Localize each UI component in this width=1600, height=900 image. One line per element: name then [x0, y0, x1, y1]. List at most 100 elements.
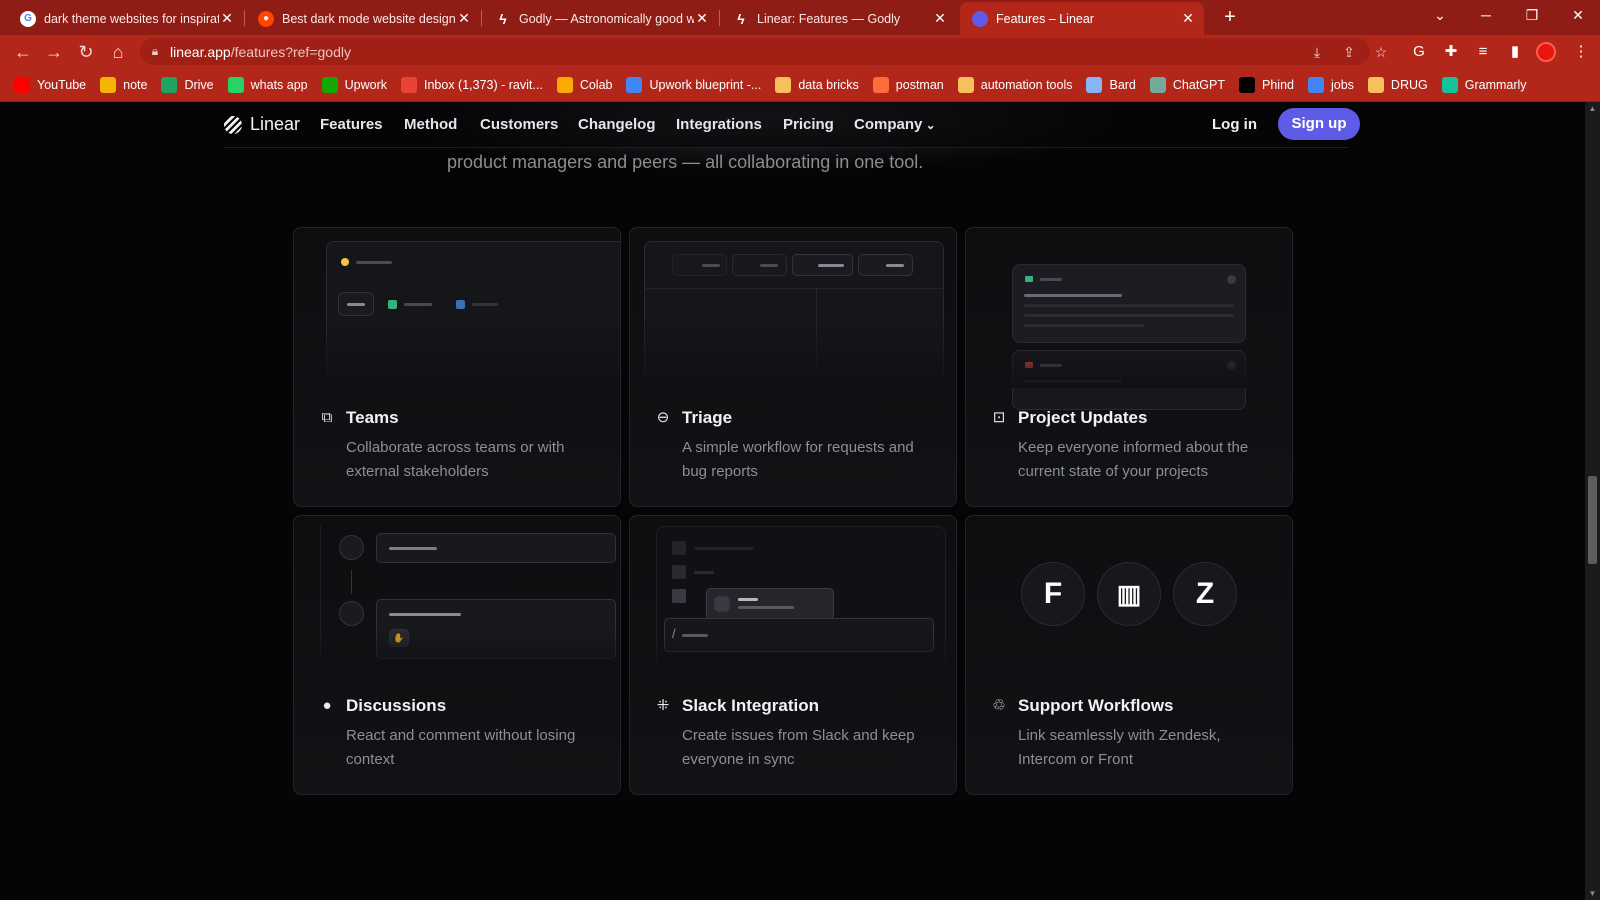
bookmark-label: automation tools	[980, 77, 1073, 92]
forward-button[interactable]: →	[41, 39, 67, 65]
close-window-button[interactable]: ✕	[1556, 0, 1600, 30]
bookmark-label: Drive	[184, 77, 214, 92]
feature-title: Teams	[346, 408, 399, 427]
bookmark-item[interactable]: data bricks	[775, 76, 859, 93]
triage-icon: ⊖	[656, 409, 670, 426]
bookmark-label: YouTube	[37, 77, 87, 92]
bookmark-item[interactable]: Bard	[1086, 76, 1136, 93]
bookmark-label: whats app	[250, 77, 308, 92]
feature-card-discussions[interactable]: ✋ ● Discussions React and comment withou…	[293, 515, 621, 795]
feature-title: Triage	[682, 408, 733, 427]
tab-linear-features[interactable]: Features – Linear ✕	[960, 2, 1204, 35]
menu-icon[interactable]: ⋮	[1568, 39, 1594, 65]
slack-illustration: /	[630, 516, 956, 676]
login-link[interactable]: Log in	[1212, 116, 1257, 133]
bookmark-label: postman	[895, 77, 944, 92]
restore-button[interactable]: ❐	[1510, 0, 1554, 30]
teams-icon: ⧉	[321, 409, 333, 426]
feature-card-triage[interactable]: ⊖ Triage A simple workflow for requests …	[629, 227, 957, 507]
bookmark-label: Upwork	[344, 77, 387, 92]
slack-icon: ⁜	[656, 697, 670, 714]
zendesk-logo-icon: Z	[1173, 562, 1237, 626]
page-scrollbar[interactable]: ▲ ▼	[1585, 102, 1600, 900]
feature-card-slack-integration[interactable]: / ⁜ Slack Integration Create issues from…	[629, 515, 957, 795]
reload-button[interactable]: ↻	[73, 39, 99, 65]
feature-title: Support Workflows	[1018, 696, 1174, 715]
minimize-button[interactable]: ─	[1464, 0, 1508, 30]
tab-reddit[interactable]: ● Best dark mode website designs? ✕	[246, 2, 480, 35]
bookmark-item[interactable]: Upwork	[321, 76, 387, 93]
bookmark-item[interactable]: ChatGPT	[1149, 76, 1225, 93]
tab-godly[interactable]: ϟ Godly — Astronomically good w ✕	[483, 2, 718, 35]
page-viewport: product managers and peers — all collabo…	[0, 102, 1585, 900]
close-icon[interactable]: ✕	[456, 10, 472, 27]
tab-google-search[interactable]: G dark theme websites for inspiratio ✕	[8, 2, 243, 35]
support-illustration: F ▥ Z	[966, 516, 1292, 676]
bookmark-item[interactable]: Colab	[556, 76, 612, 93]
bookmark-star-icon[interactable]: ☆	[1370, 41, 1392, 63]
bookmark-item[interactable]: Inbox (1,373) - ravit...	[401, 76, 543, 93]
bookmark-item[interactable]: jobs	[1307, 76, 1354, 93]
close-icon[interactable]: ✕	[1180, 10, 1196, 27]
bookmark-item[interactable]: Drive	[161, 76, 214, 93]
folder-icon	[1367, 76, 1384, 93]
bookmark-item[interactable]: Grammarly	[1441, 76, 1527, 93]
bookmarks-bar: YouTube note Drive whats app Upwork Inbox (1,…	[0, 68, 1600, 102]
extensions-icon[interactable]: ✚	[1438, 39, 1464, 65]
feature-card-teams[interactable]: ⧉ Teams Collaborate across teams or with…	[293, 227, 621, 507]
nav-pricing[interactable]: Pricing	[783, 116, 834, 133]
close-icon[interactable]: ✕	[694, 10, 710, 27]
grammarly-extension-icon[interactable]: G	[1406, 39, 1432, 65]
bard-icon	[1086, 76, 1103, 93]
reddit-icon: ●	[258, 10, 274, 27]
phind-icon	[1239, 76, 1255, 93]
docs-icon	[626, 76, 643, 93]
bookmark-item[interactable]: YouTube	[14, 76, 87, 93]
bookmark-item[interactable]: DRUG	[1367, 76, 1428, 93]
bookmark-label: jobs	[1330, 77, 1354, 92]
bookmark-item[interactable]: automation tools	[957, 76, 1073, 93]
grammarly-icon	[1441, 76, 1458, 93]
signup-button[interactable]: Sign up	[1278, 108, 1360, 140]
tab-strip: G dark theme websites for inspiratio ✕ ●…	[0, 0, 1600, 35]
bookmark-item[interactable]: note	[100, 76, 147, 93]
folder-icon	[957, 76, 974, 93]
close-icon[interactable]: ✕	[932, 10, 948, 27]
section-subtitle: product managers and peers — all collabo…	[447, 152, 924, 172]
scroll-up-icon[interactable]: ▲	[1585, 104, 1600, 113]
bookmark-item[interactable]: whats app	[227, 76, 308, 93]
address-bar[interactable]: 🔒︎ linear.app/features?ref=godly ⤓ ⇪ ☆	[140, 38, 1387, 65]
side-panel-icon[interactable]: ▮	[1502, 39, 1528, 65]
feature-description: Link seamlessly with Zendesk, Intercom o…	[1018, 727, 1221, 768]
nav-integrations[interactable]: Integrations	[676, 116, 762, 133]
linear-logo[interactable]: Linear	[224, 114, 300, 135]
bookmark-label: Upwork blueprint -...	[649, 77, 762, 92]
nav-features[interactable]: Features	[320, 116, 383, 133]
nav-method[interactable]: Method	[404, 116, 457, 133]
share-icon[interactable]: ⇪	[1338, 41, 1360, 63]
bookmark-label: Grammarly	[1464, 77, 1527, 92]
reading-list-icon[interactable]: ≡	[1470, 39, 1496, 65]
triage-illustration	[630, 228, 956, 388]
tab-search-icon[interactable]: ⌄	[1418, 0, 1462, 30]
browser-window: G dark theme websites for inspiratio ✕ ●…	[0, 0, 1600, 900]
feature-card-project-updates[interactable]: ⊡ Project Updates Keep everyone informed…	[965, 227, 1293, 507]
close-icon[interactable]: ✕	[219, 10, 235, 27]
feature-card-support-workflows[interactable]: F ▥ Z ♲ Support Workflows Link seamlessl…	[965, 515, 1293, 795]
install-icon[interactable]: ⤓	[1306, 41, 1328, 63]
profile-avatar[interactable]	[1536, 42, 1556, 62]
scroll-down-icon[interactable]: ▼	[1585, 889, 1600, 898]
nav-changelog[interactable]: Changelog	[578, 116, 656, 133]
bookmark-item[interactable]: Phind	[1239, 76, 1294, 93]
tab-linear-godly[interactable]: ϟ Linear: Features — Godly ✕	[721, 2, 956, 35]
feature-description: Keep everyone informed about the current…	[1018, 439, 1249, 480]
home-button[interactable]: ⌂	[105, 39, 131, 65]
bookmark-item[interactable]: Upwork blueprint -...	[626, 76, 762, 93]
new-tab-button[interactable]: +	[1218, 6, 1242, 30]
nav-customers[interactable]: Customers	[480, 116, 558, 133]
scrollbar-thumb[interactable]	[1588, 476, 1597, 564]
nav-company-dropdown[interactable]: Company	[854, 116, 936, 133]
bookmark-item[interactable]: postman	[872, 76, 944, 93]
back-button[interactable]: ←	[10, 39, 36, 65]
tab-title: Linear: Features — Godly	[757, 11, 901, 26]
